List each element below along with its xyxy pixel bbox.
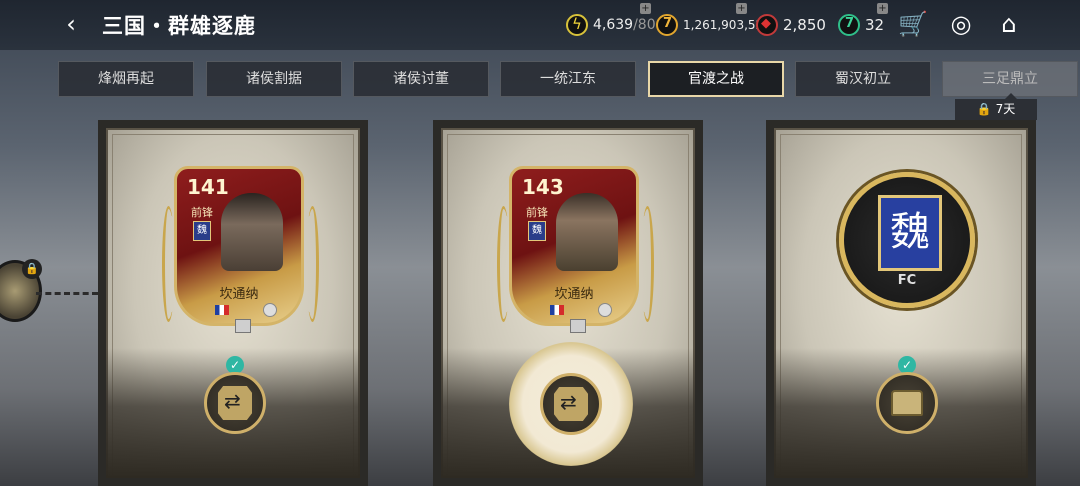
player-rating: 143 <box>522 175 564 199</box>
shield-icon <box>235 319 251 333</box>
laurel-right <box>641 206 654 322</box>
points-resource[interactable]: 32 <box>838 13 884 37</box>
lock-icon: 🔒 <box>976 102 996 116</box>
france-flag-icon <box>215 305 229 315</box>
reward-card-2[interactable]: 143 前锋 魏 坎通纳 <box>433 120 703 486</box>
player-portrait <box>221 193 283 271</box>
player-rating: 141 <box>187 175 229 199</box>
energy-resource[interactable]: 4,639 /80 <box>566 13 656 37</box>
tab-4[interactable]: 一统江东 <box>500 61 636 97</box>
france-flag-icon <box>550 305 564 315</box>
add-points-button[interactable]: + <box>877 3 888 14</box>
chest-icon <box>891 390 923 416</box>
club-badge: 魏 <box>193 221 211 241</box>
points-value: 32 <box>865 16 885 34</box>
home-icon[interactable]: ⌂ <box>994 9 1024 39</box>
player-portrait <box>556 193 618 271</box>
cart-icon[interactable]: 🛒 <box>898 9 928 39</box>
points-icon <box>838 14 860 36</box>
page-title: 三国・群雄逐鹿 <box>102 14 256 38</box>
laurel-right <box>306 206 319 322</box>
target-icon[interactable]: ◎ <box>946 9 976 39</box>
tab-1[interactable]: 烽烟再起 <box>58 61 194 97</box>
add-energy-button[interactable]: + <box>640 3 651 14</box>
bolt-icon <box>566 14 588 36</box>
tab-3[interactable]: 诸侯讨董 <box>353 61 489 97</box>
club-badge: 魏 <box>528 221 546 241</box>
add-coins-button[interactable]: + <box>736 3 747 14</box>
icon-badge <box>598 303 612 317</box>
gems-value: 2,850 <box>783 16 826 34</box>
lock-icon: 🔒 <box>22 259 42 279</box>
player-position: 前锋 <box>526 206 548 219</box>
energy-max: /80 <box>633 17 656 33</box>
player-position: 前锋 <box>191 206 213 219</box>
player-card[interactable]: 141 前锋 魏 坎通纳 <box>174 166 304 333</box>
gem-icon <box>756 14 778 36</box>
chevron-left-icon[interactable]: ‹ <box>58 10 84 38</box>
coins-resource[interactable]: 1,261,903,522 <box>656 13 771 37</box>
player-name: 坎通纳 <box>219 287 259 302</box>
wei-emblem[interactable]: 魏 FC <box>839 172 975 308</box>
exchange-icon <box>554 387 588 421</box>
gems-resource[interactable]: 2,850 <box>756 13 826 37</box>
energy-value: 4,639 <box>593 17 634 33</box>
player-name: 坎通纳 <box>554 287 594 302</box>
wei-banner: 魏 <box>878 195 942 271</box>
exchange-button-highlighted[interactable] <box>509 342 633 466</box>
reward-card-1[interactable]: 141 前锋 魏 坎通纳 ✓ <box>98 120 368 486</box>
fc-logo-icon: FC <box>897 273 917 288</box>
player-card[interactable]: 143 前锋 魏 坎通纳 <box>509 166 639 333</box>
tab-7-locked[interactable]: 三足鼎立 <box>942 61 1078 97</box>
shield-icon <box>570 319 586 333</box>
coin-icon <box>656 14 678 36</box>
lock-tooltip: 🔒 7天 <box>955 93 1037 120</box>
tab-6[interactable]: 蜀汉初立 <box>795 61 931 97</box>
reward-card-3[interactable]: 魏 FC ✓ <box>766 120 1036 486</box>
exchange-icon <box>218 386 252 420</box>
lock-tooltip-text: 7天 <box>995 102 1016 116</box>
exchange-button-core <box>540 373 602 435</box>
tab-5-active[interactable]: 官渡之战 <box>648 61 784 97</box>
top-bar: ‹ 三国・群雄逐鹿 4,639 /80 + 1,261,903,522 + 2,… <box>0 0 1080 50</box>
exchange-button[interactable] <box>204 372 266 434</box>
icon-badge <box>263 303 277 317</box>
chest-button[interactable] <box>876 372 938 434</box>
tab-2[interactable]: 诸侯割据 <box>206 61 342 97</box>
path-connector <box>36 292 98 295</box>
